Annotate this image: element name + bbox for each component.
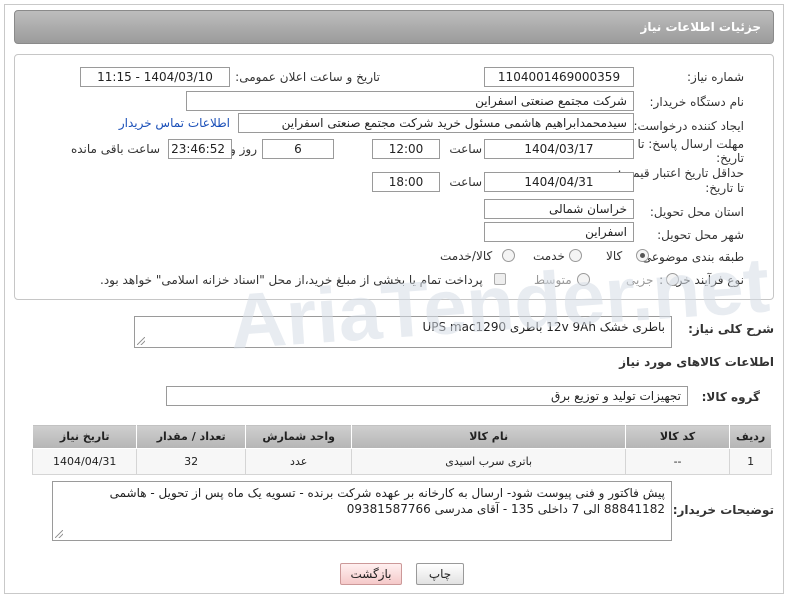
cell-row: 1 bbox=[729, 448, 772, 475]
need-number-label: شماره نیاز: bbox=[687, 70, 744, 84]
buyer-contact-link[interactable]: اطلاعات تماس خریدار bbox=[119, 116, 230, 130]
validity-time-label: ساعت bbox=[449, 175, 482, 189]
cell-qty: 32 bbox=[136, 448, 246, 475]
print-button[interactable]: چاپ bbox=[416, 563, 464, 585]
col-row: ردیف bbox=[729, 424, 772, 449]
col-date: تاریخ نیاز bbox=[31, 424, 138, 449]
announce-datetime-field[interactable]: 1404/03/10 - 11:15 bbox=[80, 67, 230, 87]
cell-code: -- bbox=[624, 448, 731, 475]
need-number-field[interactable]: 1104001469000359 bbox=[484, 67, 634, 87]
resize-grip-icon[interactable] bbox=[55, 530, 63, 538]
category-radio-goods-service[interactable] bbox=[502, 249, 515, 262]
buyer-notes-label: توضیحات خریدار: bbox=[672, 503, 774, 517]
buyer-notes-text: پیش فاکتور و فنی پیوست شود- ارسال به کار… bbox=[109, 486, 665, 516]
process-option-minor: جزیی bbox=[626, 273, 654, 287]
page-title: جزئیات اطلاعات نیاز bbox=[640, 20, 761, 34]
time-remaining-field[interactable]: 23:46:52 bbox=[168, 139, 232, 159]
days-remaining-field[interactable]: 6 bbox=[262, 139, 334, 159]
category-option-goods: کالا bbox=[606, 249, 623, 263]
table-row[interactable]: 1 -- باتری سرب اسیدی عدد 32 1404/04/31 bbox=[31, 448, 772, 475]
validity-label-date: تا تاریخ: bbox=[705, 181, 744, 195]
col-qty: تعداد / مقدار bbox=[136, 424, 246, 449]
general-desc-field[interactable]: باطری خشک 12v 9Ah باطری UPS mac1290 bbox=[134, 316, 672, 348]
creator-label: ایجاد کننده درخواست: bbox=[633, 119, 744, 133]
province-field[interactable]: خراسان شمالی bbox=[484, 199, 634, 219]
cell-date: 1404/04/31 bbox=[31, 448, 138, 475]
goods-group-field[interactable]: تجهیزات تولید و توزیع برق bbox=[166, 386, 688, 406]
deadline-date-field[interactable]: 1404/03/17 bbox=[484, 139, 634, 159]
table-header-row: ردیف کد کالا نام کالا واحد شمارش تعداد /… bbox=[31, 424, 772, 449]
goods-section-title: اطلاعات کالاهای مورد نیاز bbox=[619, 355, 774, 369]
announce-label: تاریخ و ساعت اعلان عمومی: bbox=[235, 70, 380, 84]
category-radio-goods[interactable] bbox=[636, 249, 649, 262]
cell-unit: عدد bbox=[244, 448, 353, 475]
days-label: روز و bbox=[230, 142, 257, 156]
resize-grip-icon[interactable] bbox=[137, 337, 145, 345]
province-label: استان محل تحویل: bbox=[649, 205, 744, 219]
validity-time-field[interactable]: 18:00 bbox=[372, 172, 440, 192]
treasury-bonds-checkbox[interactable] bbox=[494, 273, 506, 285]
col-name: نام کالا bbox=[351, 424, 626, 449]
creator-field[interactable]: سیدمحمدابراهیم هاشمی مسئول خرید شرکت مجت… bbox=[238, 113, 634, 133]
process-radio-minor[interactable] bbox=[666, 273, 679, 286]
time-remaining-label: ساعت باقی مانده bbox=[70, 142, 160, 156]
category-radio-service[interactable] bbox=[569, 249, 582, 262]
col-code: کد کالا bbox=[624, 424, 731, 449]
city-field[interactable]: اسفراین bbox=[484, 222, 634, 242]
buyer-org-field[interactable]: شرکت مجتمع صنعتی اسفراین bbox=[186, 91, 634, 111]
deadline-label-date: تاریخ: bbox=[716, 151, 744, 165]
category-option-service: خدمت bbox=[533, 249, 565, 263]
general-desc-label: شرح کلی نیاز: bbox=[688, 322, 774, 336]
category-option-goods-service: کالا/خدمت bbox=[440, 249, 493, 263]
goods-table: ردیف کد کالا نام کالا واحد شمارش تعداد /… bbox=[31, 424, 772, 475]
col-unit: واحد شمارش bbox=[244, 424, 353, 449]
process-option-medium: متوسط bbox=[534, 273, 572, 287]
city-label: شهر محل تحویل: bbox=[657, 228, 744, 242]
cell-name: باتری سرب اسیدی bbox=[351, 448, 626, 475]
buyer-org-label: نام دستگاه خریدار: bbox=[649, 95, 745, 109]
deadline-time-field[interactable]: 12:00 bbox=[372, 139, 440, 159]
category-label: طبقه بندی موضوعی: bbox=[637, 250, 744, 264]
process-radio-medium[interactable] bbox=[577, 273, 590, 286]
validity-date-field[interactable]: 1404/04/31 bbox=[484, 172, 634, 192]
treasury-bonds-note: پرداخت تمام یا بخشی از مبلغ خرید،از محل … bbox=[100, 273, 483, 287]
deadline-time-label: ساعت bbox=[449, 142, 482, 156]
deadline-label: مهلت ارسال پاسخ: تا bbox=[637, 137, 744, 151]
page-header: جزئیات اطلاعات نیاز bbox=[14, 10, 774, 44]
goods-group-label: گروه کالا: bbox=[701, 390, 760, 404]
buyer-notes-field[interactable]: پیش فاکتور و فنی پیوست شود- ارسال به کار… bbox=[52, 481, 672, 541]
validity-label: حداقل تاریخ اعتبار قیمت: bbox=[617, 166, 744, 180]
back-button[interactable]: بازگشت bbox=[340, 563, 402, 585]
general-desc-text: باطری خشک 12v 9Ah باطری UPS mac1290 bbox=[422, 320, 665, 334]
